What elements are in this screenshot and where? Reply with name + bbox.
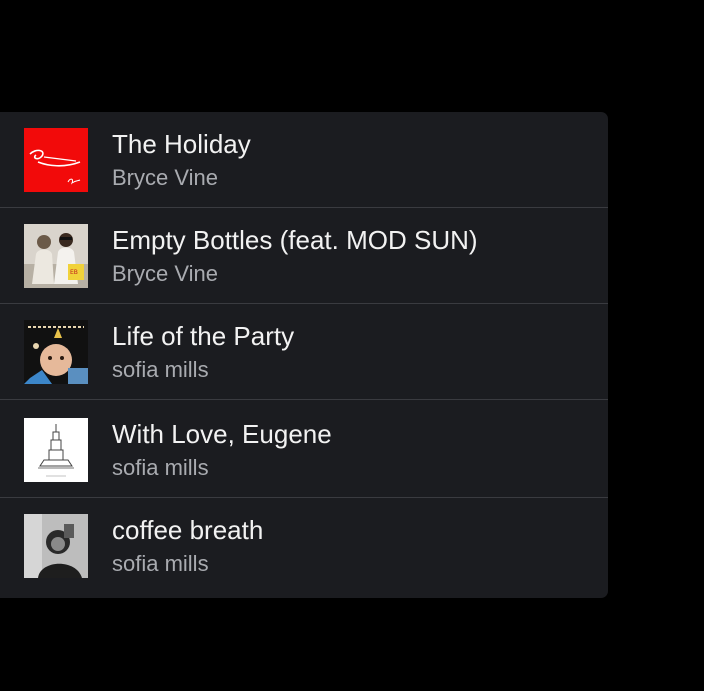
track-list-panel: The Holiday Bryce Vine EB Empty Bottles … <box>0 112 608 598</box>
track-artist: sofia mills <box>112 357 209 382</box>
with-love-eugene-cover-icon <box>24 418 88 482</box>
the-holiday-cover-icon <box>24 128 88 192</box>
track-row-the-holiday[interactable]: The Holiday Bryce Vine <box>0 112 608 208</box>
track-row-life-of-the-party[interactable]: Life of the Party sofia mills <box>0 304 608 400</box>
svg-text:EB: EB <box>70 269 78 276</box>
life-of-the-party-cover-icon <box>24 320 88 384</box>
track-title: coffee breath <box>112 515 264 545</box>
empty-bottles-cover-icon: EB <box>24 224 88 288</box>
track-artist: Bryce Vine <box>112 261 218 286</box>
track-row-coffee-breath[interactable]: coffee breath sofia mills <box>0 498 608 594</box>
track-row-empty-bottles[interactable]: EB Empty Bottles (feat. MOD SUN) Bryce V… <box>0 208 608 304</box>
track-row-with-love-eugene[interactable]: With Love, Eugene sofia mills <box>0 400 608 498</box>
track-title: The Holiday <box>112 129 251 159</box>
track-title: With Love, Eugene <box>112 419 332 449</box>
track-artist: sofia mills <box>112 455 209 480</box>
track-title: Empty Bottles (feat. MOD SUN) <box>112 225 478 255</box>
track-title: Life of the Party <box>112 321 295 351</box>
track-artist: sofia mills <box>112 551 209 576</box>
coffee-breath-cover-icon <box>24 514 88 578</box>
track-artist: Bryce Vine <box>112 165 218 190</box>
